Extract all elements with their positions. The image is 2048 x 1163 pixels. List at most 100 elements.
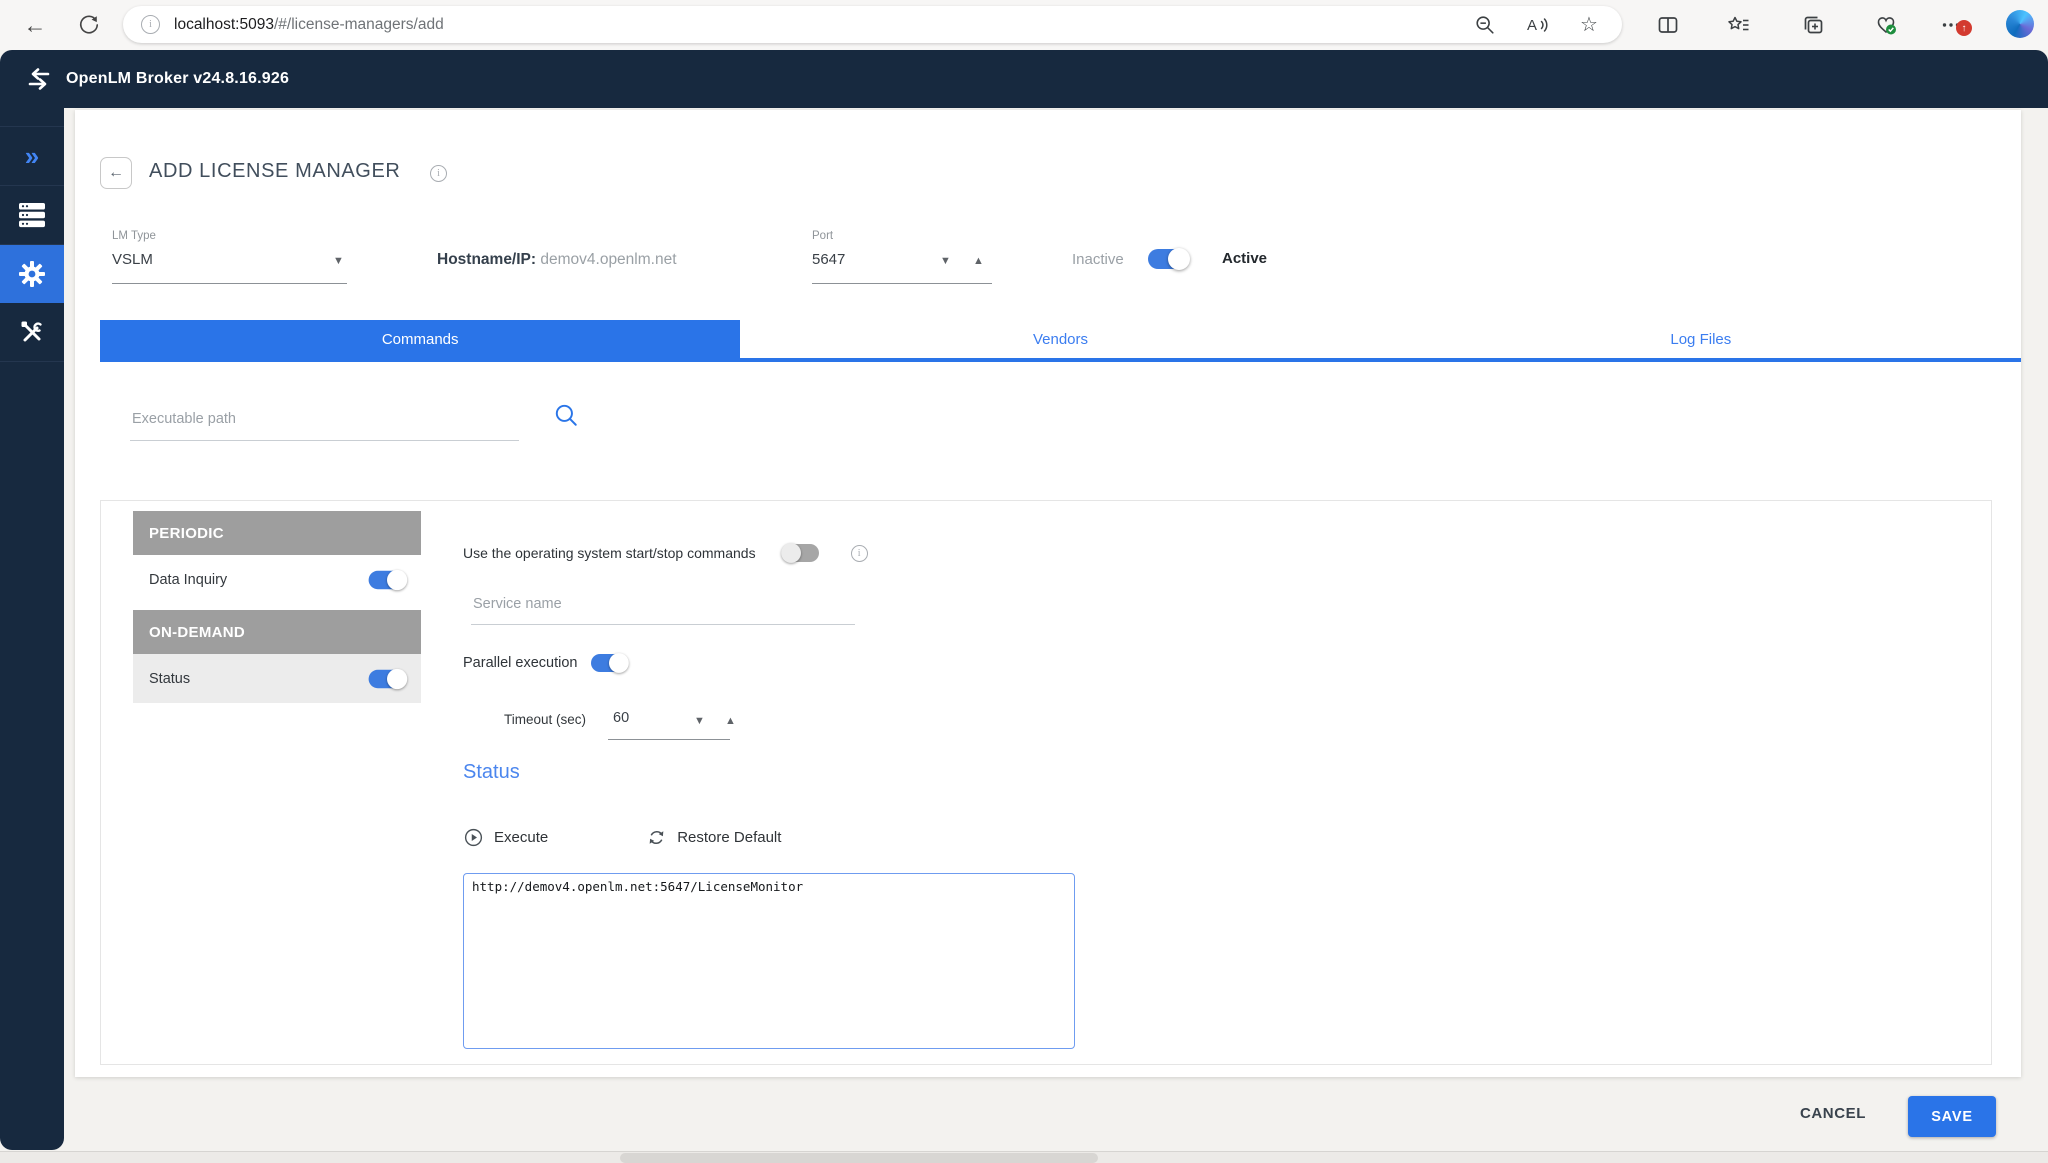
app-header: OpenLM Broker v24.8.16.926 (0, 50, 2048, 108)
commands-panel: PERIODIC Data Inquiry ON-DEMAND Status U… (100, 500, 1992, 1065)
toggle-knob (387, 668, 407, 688)
timeout-label: Timeout (sec) (504, 712, 586, 727)
timeout-increment-icon[interactable] (725, 716, 736, 727)
status-section-title: Status (463, 761, 520, 784)
group-header-periodic: PERIODIC (133, 511, 421, 555)
parallel-execution-label: Parallel execution (463, 655, 577, 671)
screen: localhost:5093/#/license-managers/add A (0, 0, 2048, 1163)
port-increment-icon[interactable] (973, 256, 984, 267)
active-toggle[interactable] (1148, 249, 1188, 269)
restore-default-label: Restore Default (677, 829, 781, 846)
update-badge-icon (1956, 20, 1972, 36)
tab-log-files[interactable]: Log Files (1381, 320, 2021, 358)
refresh-icon (646, 827, 667, 848)
settings-more-icon[interactable] (1938, 12, 1964, 38)
os-commands-info-icon[interactable] (851, 545, 868, 562)
favorite-star-icon[interactable] (1576, 12, 1602, 38)
command-row-data-inquiry[interactable]: Data Inquiry (133, 555, 421, 604)
tab-indicator-bar (100, 358, 2021, 362)
command-textarea[interactable]: http://demov4.openlm.net:5647/LicenseMon… (463, 873, 1075, 1049)
sidebar-item-tools[interactable] (0, 303, 64, 362)
toggle-knob (609, 653, 629, 673)
gear-icon (18, 260, 46, 288)
sidebar-item-expand[interactable] (0, 127, 64, 186)
command-row-status[interactable]: Status (133, 654, 421, 703)
inactive-label: Inactive (1072, 251, 1124, 268)
status-toggle[interactable] (369, 669, 406, 687)
command-label: Status (149, 671, 190, 687)
parallel-execution-toggle[interactable] (591, 654, 627, 672)
execute-label: Execute (494, 829, 548, 846)
toggle-knob (387, 569, 407, 589)
url-text[interactable]: localhost:5093/#/license-managers/add (174, 16, 444, 34)
add-license-manager-card: ADD LICENSE MANAGER LM Type VSLM Hostnam… (75, 110, 2021, 1077)
os-commands-label: Use the operating system start/stop comm… (463, 545, 756, 561)
lm-type-underline (112, 283, 347, 284)
command-list: PERIODIC Data Inquiry ON-DEMAND Status (133, 511, 421, 703)
parallel-execution-row: Parallel execution (463, 653, 629, 673)
back-arrow-icon (108, 164, 124, 182)
site-info-icon[interactable] (141, 15, 160, 34)
timeout-input[interactable]: 60 (613, 710, 629, 726)
svg-text:A: A (1527, 17, 1537, 34)
group-header-on-demand: ON-DEMAND (133, 610, 421, 654)
browser-back-icon[interactable] (22, 12, 48, 38)
hostname-value: demov4.openlm.net (536, 251, 676, 268)
lm-type-dropdown-icon[interactable] (333, 256, 344, 267)
search-icon[interactable] (553, 402, 579, 428)
port-value[interactable]: 5647 (812, 251, 845, 268)
timeout-decrement-icon[interactable] (694, 716, 705, 727)
data-inquiry-toggle[interactable] (369, 570, 406, 588)
favorites-icon[interactable] (1726, 12, 1752, 38)
horizontal-scrollbar-thumb[interactable] (620, 1153, 1098, 1163)
command-label: Data Inquiry (149, 572, 227, 588)
restore-default-button[interactable]: Restore Default (646, 827, 781, 848)
openlm-logo-icon (24, 65, 54, 93)
server-stack-icon (17, 201, 47, 229)
sidebar-item-license-managers[interactable] (0, 186, 64, 245)
hostname-label: Hostname/IP: (437, 251, 536, 268)
sidebar-item-settings[interactable] (0, 245, 64, 303)
read-aloud-icon[interactable]: A (1524, 12, 1550, 38)
hostname-field: Hostname/IP: demov4.openlm.net (437, 251, 677, 269)
toggle-knob (781, 543, 801, 563)
os-commands-row: Use the operating system start/stop comm… (463, 543, 868, 563)
os-commands-toggle[interactable] (783, 544, 819, 562)
port-underline (812, 283, 992, 284)
url-path: /#/license-managers/add (274, 16, 444, 33)
copilot-icon[interactable] (2006, 10, 2034, 38)
app-title: OpenLM Broker v24.8.16.926 (66, 70, 289, 88)
zoom-out-icon[interactable] (1472, 12, 1498, 38)
address-bar[interactable]: localhost:5093/#/license-managers/add A (123, 6, 1622, 43)
active-label: Active (1222, 250, 1267, 267)
page-title: ADD LICENSE MANAGER (149, 160, 400, 183)
tools-icon (19, 319, 45, 345)
browser-toolbar: localhost:5093/#/license-managers/add A (0, 0, 2048, 50)
command-actions: Execute Restore Default (463, 819, 781, 855)
tab-bar: Commands Vendors Log Files (100, 320, 2021, 358)
play-icon (463, 827, 484, 848)
execute-button[interactable]: Execute (463, 827, 548, 848)
timeout-underline (608, 739, 730, 740)
browser-essentials-icon[interactable] (1873, 12, 1899, 38)
executable-path-input[interactable] (130, 398, 519, 441)
tab-vendors[interactable]: Vendors (740, 320, 1380, 358)
lm-type-value[interactable]: VSLM (112, 251, 153, 268)
page-title-info-icon[interactable] (430, 165, 447, 182)
lm-type-label: LM Type (112, 230, 156, 242)
collections-icon[interactable] (1800, 12, 1826, 38)
back-button[interactable] (100, 157, 132, 189)
browser-refresh-icon[interactable] (76, 12, 102, 38)
service-name-input[interactable] (471, 584, 855, 625)
sidebar (0, 108, 64, 1150)
split-screen-icon[interactable] (1655, 12, 1681, 38)
double-chevron-right-icon (25, 143, 39, 170)
tab-commands[interactable]: Commands (100, 320, 740, 358)
port-label: Port (812, 230, 833, 242)
sidebar-items (0, 126, 64, 362)
url-host: localhost:5093 (174, 16, 274, 33)
horizontal-scrollbar (0, 1151, 2048, 1163)
port-decrement-icon[interactable] (940, 256, 951, 267)
save-button[interactable]: SAVE (1908, 1096, 1996, 1137)
cancel-button[interactable]: CANCEL (1790, 1105, 1876, 1122)
